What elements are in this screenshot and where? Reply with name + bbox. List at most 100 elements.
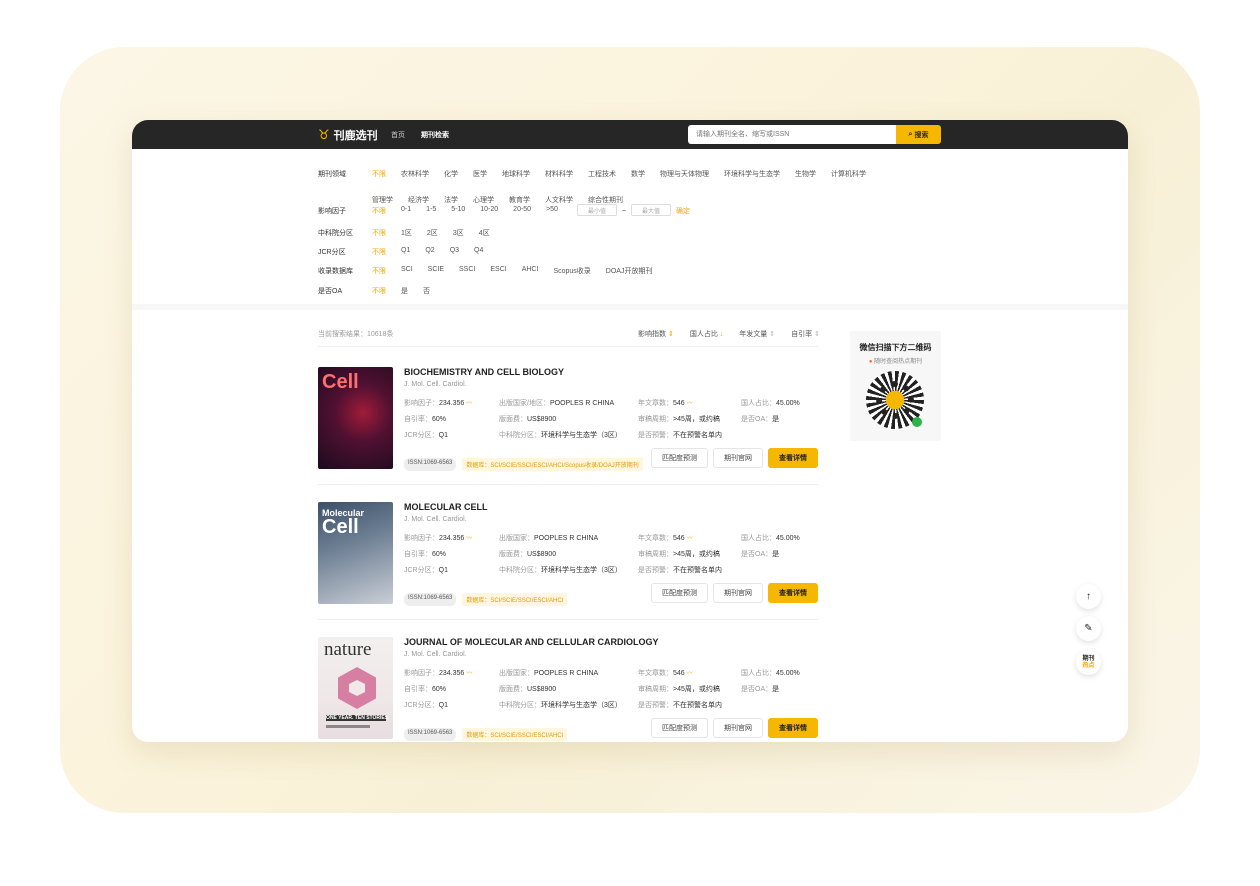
filter-option[interactable]: Scopus收录 xyxy=(553,266,590,276)
journal-title[interactable]: MOLECULAR CELL xyxy=(404,502,818,512)
journal-info: BIOCHEMISTRY AND CELL BIOLOGY J. Mol. Ce… xyxy=(404,367,818,446)
filter-option[interactable]: 心理学 xyxy=(473,195,494,205)
filter-option[interactable]: 不限 xyxy=(372,169,386,179)
search-input[interactable] xyxy=(688,125,896,144)
journal-cover[interactable]: nature ONE YEAR. TEN STORIES. xyxy=(318,637,393,739)
filter-option[interactable]: 化学 xyxy=(444,169,458,179)
filter-option[interactable]: ESCI xyxy=(490,266,506,276)
filter-option[interactable]: 不限 xyxy=(372,266,386,276)
filter-option[interactable]: SSCI xyxy=(459,266,475,276)
filter-option[interactable]: 计算机科学 xyxy=(831,169,866,179)
filter-option[interactable]: 1-5 xyxy=(426,206,436,216)
filter-option[interactable]: 否 xyxy=(423,286,430,296)
feedback-button[interactable]: ✎ xyxy=(1076,616,1101,641)
filter-option[interactable]: DOAJ开放期刊 xyxy=(606,266,653,276)
filter-option[interactable]: 生物学 xyxy=(795,169,816,179)
card-actions: 匹配度预测 期刊官网 查看详情 xyxy=(651,448,818,468)
card-actions: 匹配度预测 期刊官网 查看详情 xyxy=(651,718,818,738)
view-details-button[interactable]: 查看详情 xyxy=(768,583,818,603)
logo[interactable]: ♉ 刊鹿选刊 xyxy=(318,127,378,143)
filter-option[interactable]: 不限 xyxy=(372,286,386,296)
filter-option[interactable]: 4区 xyxy=(479,228,490,238)
filter-option[interactable]: Q3 xyxy=(450,247,459,257)
filter-option[interactable]: 1区 xyxy=(401,228,412,238)
filter-option[interactable]: 20-50 xyxy=(513,206,531,216)
filter-option[interactable]: Q1 xyxy=(401,247,410,257)
app-window: ♉ 刊鹿选刊 首页 期刊检索 ⌕ 搜索 期刊领域 不限 农林科学 化学 医学 地球科学 材… xyxy=(132,120,1128,742)
filter-option[interactable]: 教育学 xyxy=(509,195,530,205)
filter-option[interactable]: 3区 xyxy=(453,228,464,238)
metric-cn-ratio: 国人占比：45.00% xyxy=(741,670,800,677)
journal-metrics: 影响因子：234.356 〰 自引率：60% JCR分区：Q1 出版国家/地区：… xyxy=(404,398,818,446)
impact-range: 最小值 ~ 最大值 确定 xyxy=(576,204,690,216)
impact-confirm-button[interactable]: 确定 xyxy=(676,206,690,216)
hot-label-b: 热点 xyxy=(1082,662,1095,669)
filter-option[interactable]: AHCI xyxy=(522,266,539,276)
divider xyxy=(318,346,818,347)
sort-annual-output[interactable]: 年发文量 ⇕ xyxy=(739,329,775,339)
metric-cas: 中科院分区：环境科学与生态学（3区） xyxy=(499,567,622,574)
journal-card: Cell BIOCHEMISTRY AND CELL BIOLOGY J. Mo… xyxy=(318,367,818,471)
hot-journals-button[interactable]: 期刊 热点 xyxy=(1076,650,1101,675)
filter-option[interactable]: 法学 xyxy=(444,195,458,205)
view-details-button[interactable]: 查看详情 xyxy=(768,718,818,738)
filter-option[interactable]: 材料科学 xyxy=(545,169,573,179)
database-tag: 数据库：SCI/SCIE/SSCI/ESCI/AHCI xyxy=(462,593,568,606)
metric-warning: 是否预警：不在预警名单内 xyxy=(638,702,722,709)
qr-subtitle: ● 随时查阅热点期刊 xyxy=(868,359,923,365)
filter-option[interactable]: 是 xyxy=(401,286,408,296)
journal-site-button[interactable]: 期刊官网 xyxy=(713,448,763,468)
filter-row-impact: 影响因子 不限 0-1 1-5 5-10 10-20 20-50 >50 最小值 ~ 最大值… xyxy=(318,204,690,216)
filter-option[interactable]: 人文科学 xyxy=(545,195,573,205)
filter-option[interactable]: SCI xyxy=(401,266,413,276)
filter-option[interactable]: 经济学 xyxy=(408,195,429,205)
match-predict-button[interactable]: 匹配度预测 xyxy=(651,718,708,738)
filter-options: 不限 SCI SCIE SSCI ESCI AHCI Scopus收录 DOAJ开放期刊 xyxy=(372,266,892,276)
journal-cover[interactable]: Cell xyxy=(318,367,393,469)
filter-options: 不限 0-1 1-5 5-10 10-20 20-50 >50 xyxy=(372,206,573,216)
sort-cn-ratio[interactable]: 国人占比 ↓ xyxy=(690,329,723,339)
filter-option[interactable]: 2区 xyxy=(427,228,438,238)
filter-option[interactable]: 地球科学 xyxy=(502,169,530,179)
filter-option[interactable]: SCIE xyxy=(428,266,444,276)
nav-home[interactable]: 首页 xyxy=(391,130,405,140)
qr-code xyxy=(866,371,924,429)
filter-option[interactable]: 医学 xyxy=(473,169,487,179)
filter-option[interactable]: 环境科学与生态学 xyxy=(724,169,780,179)
filter-option[interactable]: 管理学 xyxy=(372,195,393,205)
search-button[interactable]: ⌕ 搜索 xyxy=(896,125,941,144)
journal-site-button[interactable]: 期刊官网 xyxy=(713,583,763,603)
match-predict-button[interactable]: 匹配度预测 xyxy=(651,448,708,468)
nav-journal-search[interactable]: 期刊检索 xyxy=(421,130,449,140)
metric-articles: 年文章数：546 〰 xyxy=(638,670,693,677)
metric-jcr: JCR分区：Q1 xyxy=(404,432,448,439)
filter-option[interactable]: 10-20 xyxy=(480,206,498,216)
cover-stripe xyxy=(326,725,370,728)
journal-site-button[interactable]: 期刊官网 xyxy=(713,718,763,738)
filter-option[interactable]: 物理与天体物理 xyxy=(660,169,709,179)
filter-option[interactable]: Q4 xyxy=(474,247,483,257)
impact-max-input[interactable]: 最大值 xyxy=(631,204,672,216)
filter-option[interactable]: 0-1 xyxy=(401,206,411,216)
filter-option[interactable]: 5-10 xyxy=(451,206,465,216)
sort-impact[interactable]: 影响指数 ⇕ xyxy=(638,329,674,339)
back-to-top-button[interactable]: ↑ xyxy=(1076,584,1101,609)
journal-title[interactable]: BIOCHEMISTRY AND CELL BIOLOGY xyxy=(404,367,818,377)
impact-min-input[interactable]: 最小值 xyxy=(576,204,617,216)
filter-option[interactable]: 工程技术 xyxy=(588,169,616,179)
view-details-button[interactable]: 查看详情 xyxy=(768,448,818,468)
sort-self-cite[interactable]: 自引率 ⇕ xyxy=(791,329,820,339)
filter-option[interactable]: 数学 xyxy=(631,169,645,179)
journal-cover[interactable]: Molecular Cell xyxy=(318,502,393,604)
filter-option[interactable]: 不限 xyxy=(372,247,386,257)
filter-option[interactable]: 不限 xyxy=(372,206,386,216)
metric-cas: 中科院分区：环境科学与生态学（3区） xyxy=(499,432,622,439)
filter-option[interactable]: 不限 xyxy=(372,228,386,238)
filter-option[interactable]: 农林科学 xyxy=(401,169,429,179)
metric-review: 审稿周期：>45周，或约稿 xyxy=(638,551,720,558)
filter-option[interactable]: >50 xyxy=(546,206,558,216)
journal-title[interactable]: JOURNAL OF MOLECULAR AND CELLULAR CARDIO… xyxy=(404,637,818,647)
filter-option[interactable]: Q2 xyxy=(425,247,434,257)
match-predict-button[interactable]: 匹配度预测 xyxy=(651,583,708,603)
journal-card: Molecular Cell MOLECULAR CELL J. Mol. Cel… xyxy=(318,502,818,606)
